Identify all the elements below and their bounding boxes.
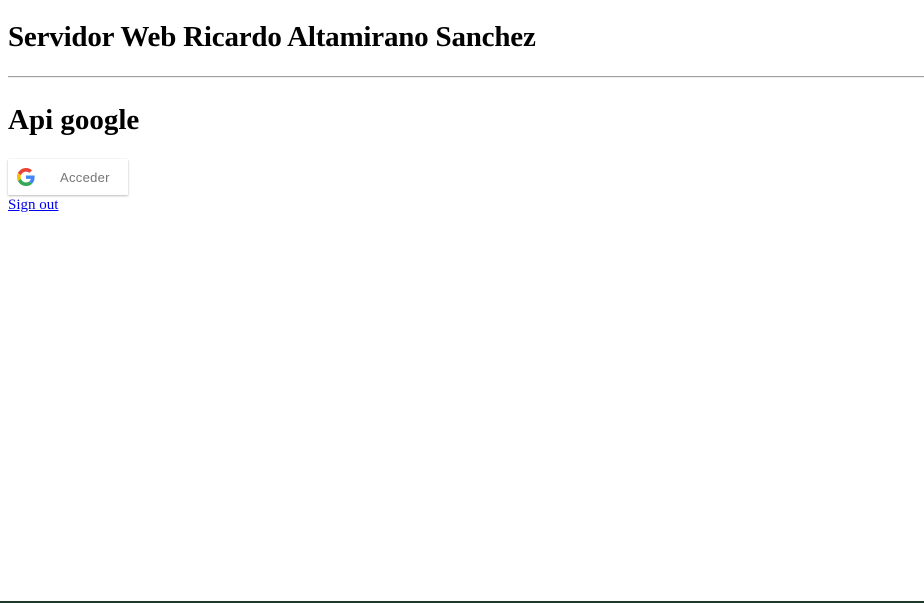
sign-out-link[interactable]: Sign out (8, 196, 58, 214)
google-signin-button[interactable]: Acceder (8, 159, 128, 195)
section-title: Api google (8, 104, 140, 136)
page-title: Servidor Web Ricardo Altamirano Sanchez (8, 21, 536, 53)
page-content: Servidor Web Ricardo Altamirano Sanchez … (0, 0, 924, 214)
google-signin-label: Acceder (60, 169, 110, 185)
google-g-icon (8, 159, 44, 195)
